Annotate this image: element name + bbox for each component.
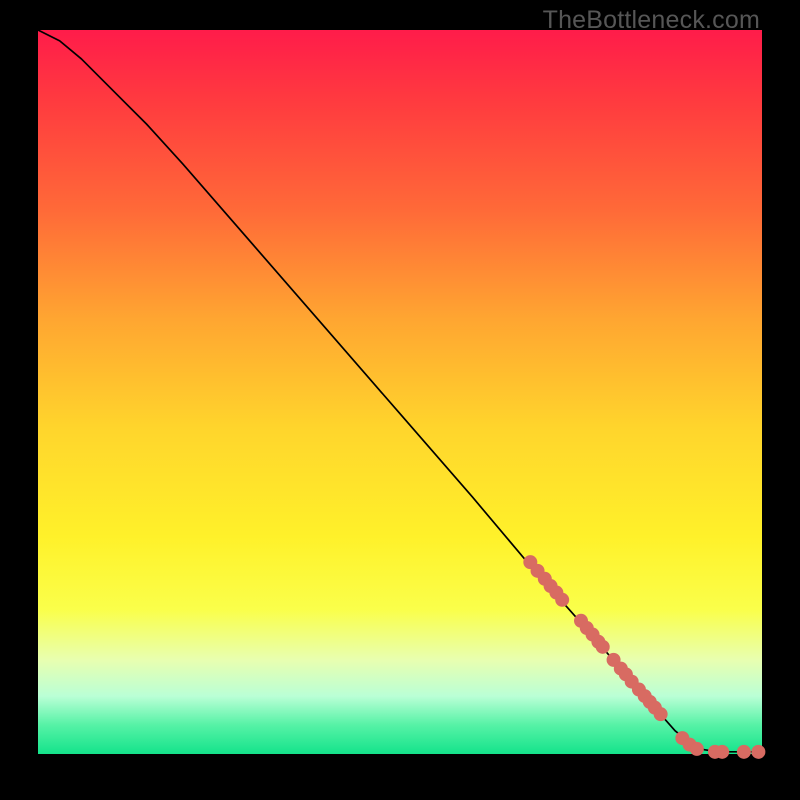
- curve-line: [38, 30, 762, 752]
- data-marker: [556, 593, 569, 606]
- marker-group: [524, 556, 765, 759]
- data-marker: [690, 742, 703, 755]
- chart-svg: [0, 0, 800, 800]
- data-marker: [654, 708, 667, 721]
- data-marker: [752, 745, 765, 758]
- data-marker: [596, 640, 609, 653]
- data-marker: [716, 745, 729, 758]
- data-marker: [737, 745, 750, 758]
